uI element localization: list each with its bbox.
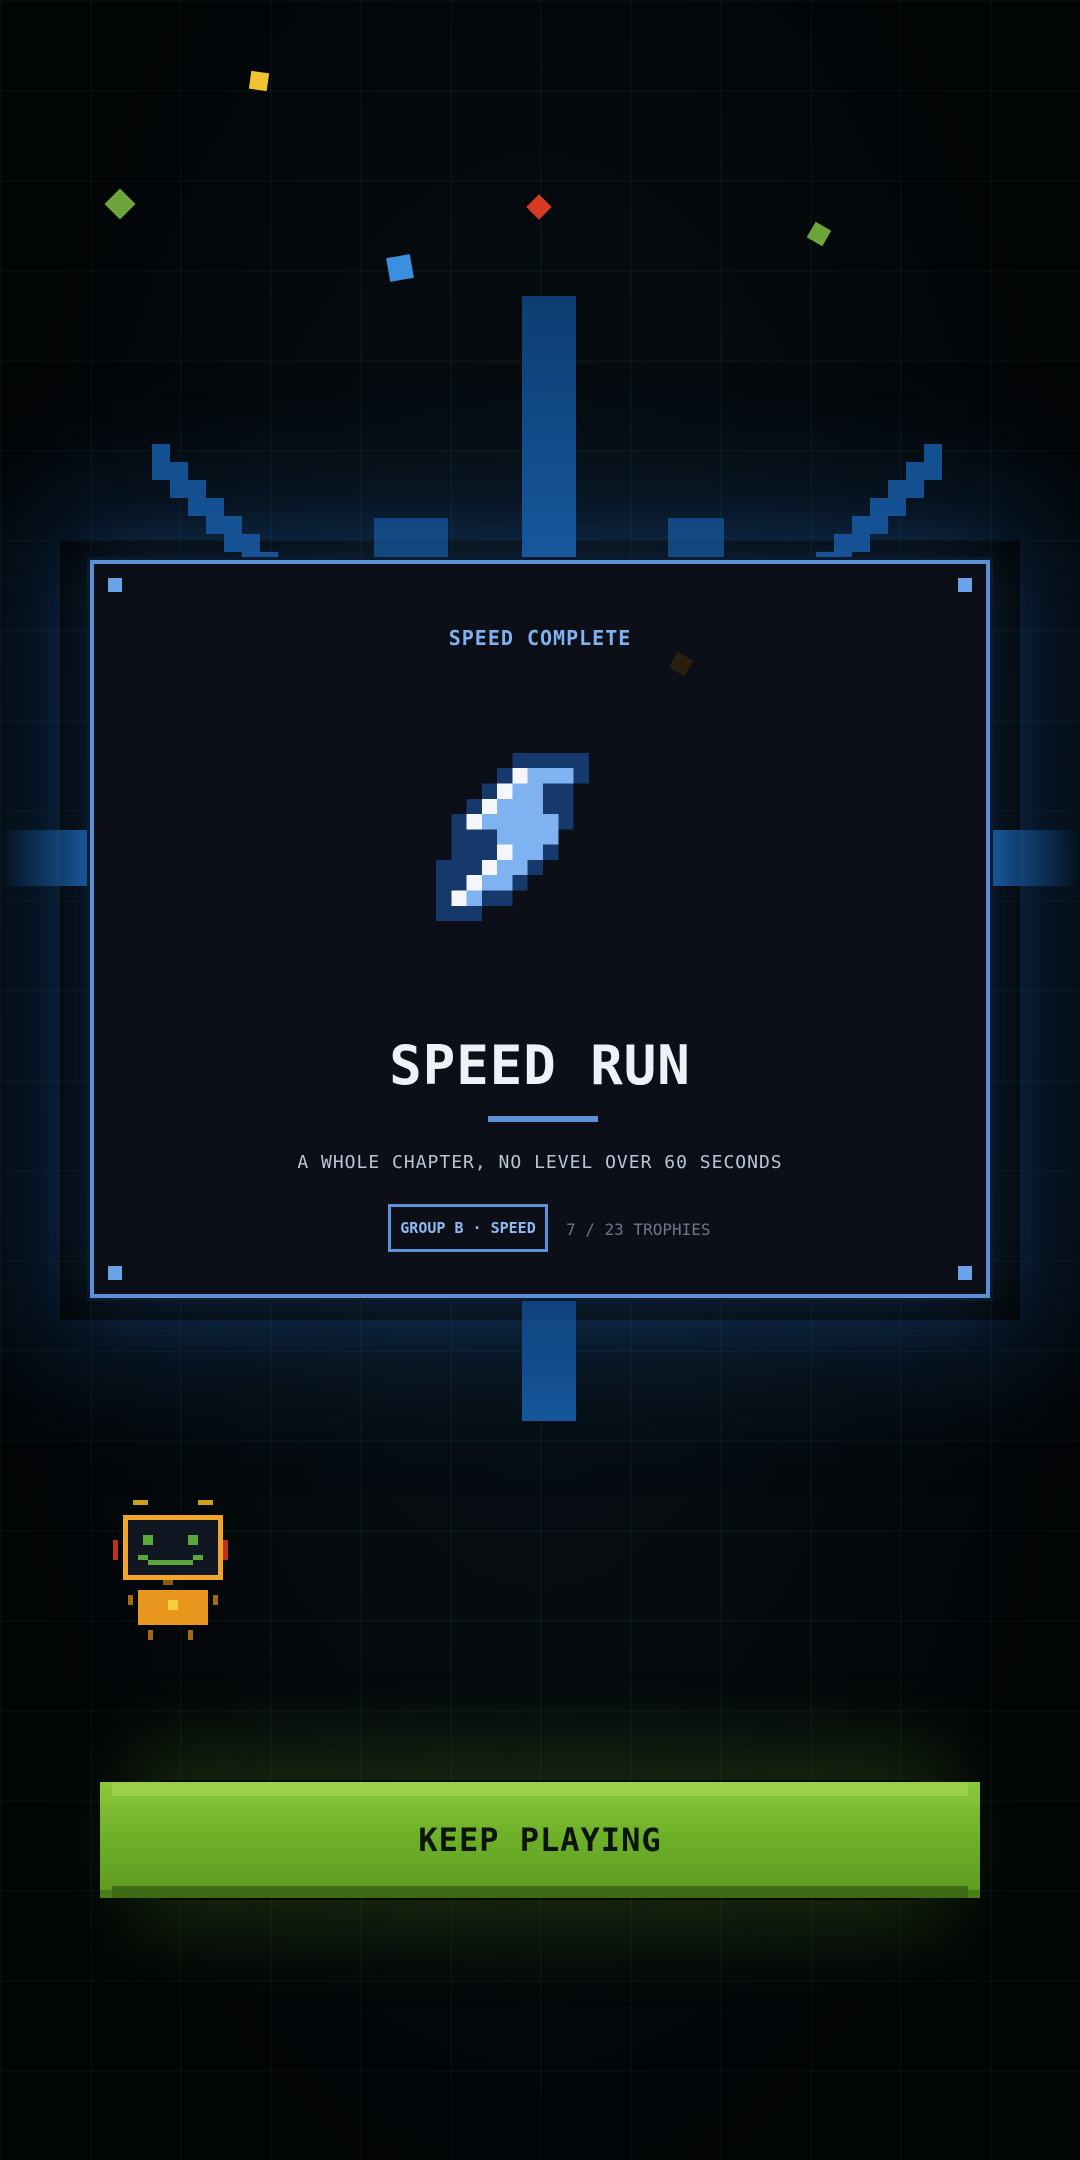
cta-container: KEEP PLAYING <box>100 1770 980 1910</box>
cta-bottom-bevel <box>112 1886 968 1898</box>
achievement-card: SPEED COMPLETE SPEED RUN A WHOLE CHAPTER… <box>90 560 990 1298</box>
robot-mascot-icon <box>113 1500 228 1640</box>
keep-playing-label: KEEP PLAYING <box>418 1821 662 1859</box>
confetti-yellow <box>248 70 270 92</box>
card-corner-br <box>958 1266 972 1280</box>
card-corner-bl <box>108 1266 122 1280</box>
group-badge: GROUP B · SPEED <box>388 1204 548 1252</box>
title-divider <box>488 1116 598 1122</box>
keep-playing-button[interactable]: KEEP PLAYING <box>100 1782 980 1898</box>
achievement-description: A WHOLE CHAPTER, NO LEVEL OVER 60 SECOND… <box>297 1152 783 1173</box>
card-corner-tr <box>958 578 972 592</box>
trophy-progress: 7 / 23 TROPHIES <box>566 1220 711 1239</box>
achievement-title: SPEED RUN <box>389 1034 691 1097</box>
confetti-blue <box>386 254 414 282</box>
lightning-bolt-icon <box>436 752 589 922</box>
card-corner-tl <box>108 578 122 592</box>
group-badge-label: GROUP B · SPEED <box>400 1219 536 1237</box>
cta-top-bevel <box>112 1782 968 1796</box>
ray-top <box>522 296 576 566</box>
achievement-eyebrow: SPEED COMPLETE <box>448 626 632 650</box>
